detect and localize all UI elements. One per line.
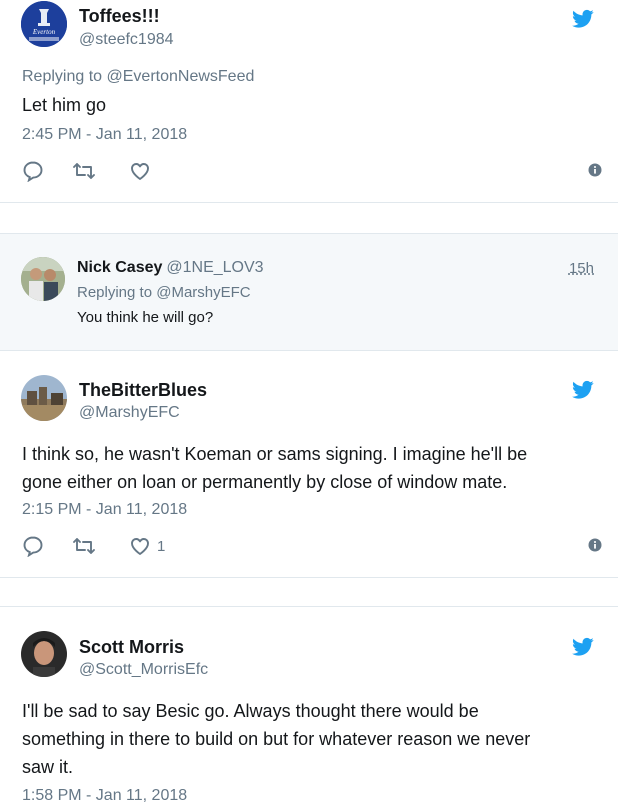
tweet-text: I'll be sad to say Besic go. Always thou…: [22, 697, 600, 781]
heart-icon: [131, 163, 149, 180]
heart-icon: [131, 538, 149, 555]
reply-card[interactable]: Nick Casey @1NE_LOV3 15h Replying to @Mar…: [0, 234, 618, 350]
reply-text: You think he will go?: [77, 309, 214, 326]
tweet-text-line: I'll be sad to say Besic go. Always thou…: [22, 701, 479, 721]
twitter-bird-icon[interactable]: [572, 637, 594, 657]
display-name[interactable]: TheBitterBlues: [79, 380, 207, 401]
like-count: 1: [157, 537, 166, 555]
reply-author[interactable]: Nick Casey @1NE_LOV3: [77, 259, 264, 277]
tweet-text-line: saw it.: [22, 757, 74, 777]
info-button[interactable]: [588, 538, 602, 557]
retweet-icon: [73, 538, 95, 554]
avatar-photo: [21, 631, 67, 677]
replying-prefix: Replying to: [22, 68, 103, 85]
tweet-text-line: gone either on loan or permanently by cl…: [22, 472, 508, 492]
tweet-card: TheBitterBlues @MarshyEFC I think so, he…: [0, 351, 618, 577]
replying-to-link[interactable]: @EvertonNewsFeed: [107, 68, 255, 85]
tweet-timestamp[interactable]: 2:45 PM - Jan 11, 2018: [22, 126, 187, 144]
replying-to: Replying to @EvertonNewsFeed: [22, 68, 254, 86]
tweet-card: Scott Morris @Scott_MorrisEfc I'll be sa…: [0, 607, 618, 804]
info-icon: [588, 538, 602, 552]
tweet-text: I think so, he wasn't Koeman or sams sig…: [22, 440, 600, 496]
display-name[interactable]: Scott Morris: [79, 637, 184, 658]
reply-timestamp[interactable]: 15h: [569, 260, 594, 277]
like-button[interactable]: 1: [129, 534, 165, 558]
replying-prefix: Replying to: [77, 284, 153, 301]
user-handle[interactable]: @steefc1984: [79, 31, 174, 49]
divider: [0, 202, 618, 203]
avatar[interactable]: [21, 631, 67, 677]
replying-to-link[interactable]: @MarshyEFC: [156, 284, 250, 301]
replying-to: Replying to @MarshyEFC: [77, 284, 251, 301]
retweet-icon: [73, 163, 95, 179]
twitter-bird-icon[interactable]: [572, 380, 594, 400]
display-name[interactable]: Nick Casey: [77, 259, 162, 276]
tweet-card: Everton Toffees!!! @steefc1984 Replying …: [0, 0, 618, 203]
tweet-timestamp[interactable]: 1:58 PM - Jan 11, 2018: [22, 787, 187, 805]
avatar[interactable]: [21, 257, 65, 301]
avatar-photo: [21, 375, 67, 421]
like-button[interactable]: [129, 159, 151, 183]
reply-icon: [23, 161, 43, 182]
reply-button[interactable]: [22, 534, 44, 558]
tweet-actions: 1: [22, 534, 602, 558]
info-button[interactable]: [588, 163, 602, 182]
divider: [0, 577, 618, 578]
info-icon: [588, 163, 602, 177]
everton-logo-icon: Everton: [21, 1, 67, 47]
retweet-button[interactable]: [72, 534, 96, 558]
user-handle[interactable]: @MarshyEFC: [79, 404, 180, 422]
tweet-actions: [22, 159, 602, 183]
user-handle[interactable]: @1NE_LOV3: [166, 259, 263, 276]
twitter-bird-icon[interactable]: [572, 9, 594, 29]
tweet-text-line: something in there to build on but for w…: [22, 729, 531, 749]
avatar-logo-text: Everton: [32, 28, 56, 36]
avatar-photo: [21, 257, 65, 301]
avatar[interactable]: [21, 375, 67, 421]
user-handle[interactable]: @Scott_MorrisEfc: [79, 661, 208, 679]
tweet-text-line: I think so, he wasn't Koeman or sams sig…: [22, 444, 528, 464]
tweet-timestamp[interactable]: 2:15 PM - Jan 11, 2018: [22, 501, 187, 519]
avatar[interactable]: Everton: [21, 1, 67, 47]
reply-button[interactable]: [22, 159, 44, 183]
display-name[interactable]: Toffees!!!: [79, 6, 160, 27]
tweet-text: Let him go: [22, 95, 107, 115]
reply-icon: [23, 536, 43, 557]
retweet-button[interactable]: [72, 159, 96, 183]
